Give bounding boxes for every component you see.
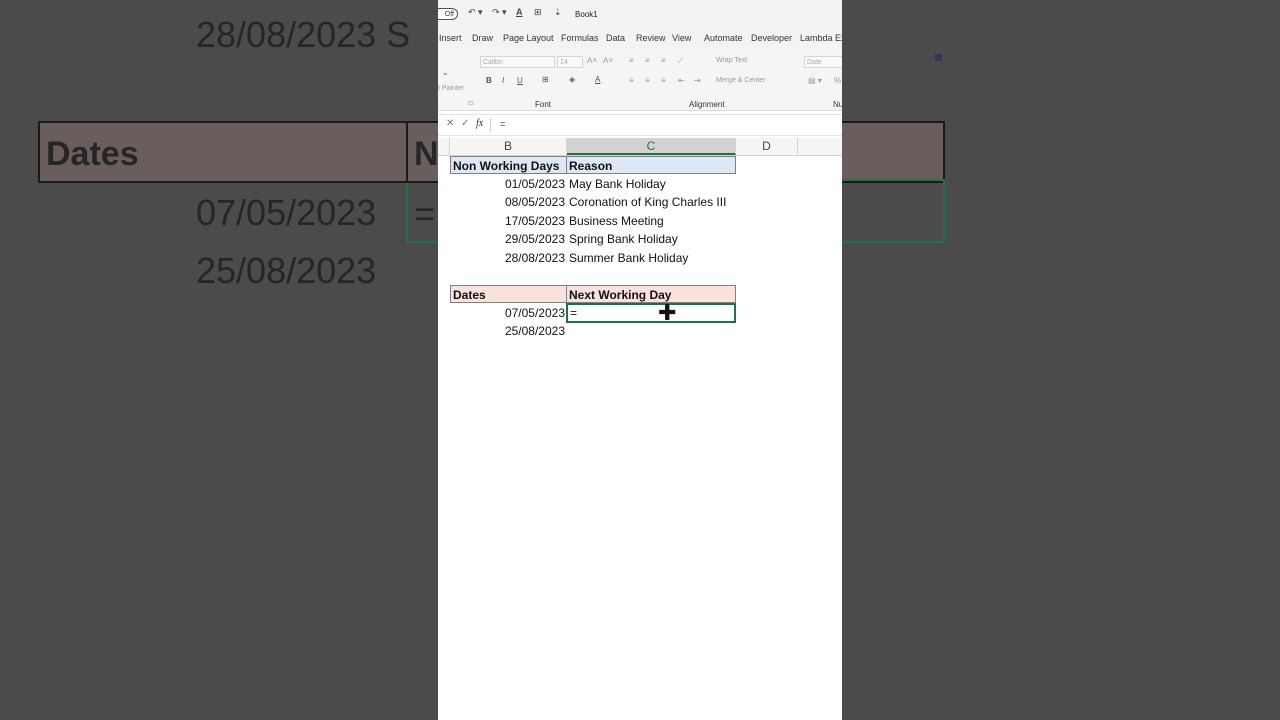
- group-font-label: Font: [535, 100, 552, 109]
- zoom-background-right: [842, 0, 1280, 720]
- formula-input[interactable]: =: [500, 119, 505, 129]
- orientation-icon[interactable]: ⟋: [678, 56, 684, 66]
- number-format-box[interactable]: Date: [804, 56, 842, 68]
- accounting-format-icon[interactable]: ▤ ▾: [808, 76, 822, 85]
- increase-indent-icon[interactable]: ⇥: [694, 76, 701, 85]
- worksheet-grid: Non Working Days Reason 01/05/2023 May B…: [438, 156, 842, 720]
- underline-button[interactable]: U: [517, 76, 523, 85]
- zoom-active-cell: =: [406, 179, 438, 243]
- tab-automate[interactable]: Automate: [704, 33, 743, 43]
- tab-lambda[interactable]: Lambda Exp: [800, 33, 842, 43]
- align-top-icon[interactable]: ≡: [629, 56, 634, 65]
- customize-toolbar-icon[interactable]: ⇣: [554, 7, 562, 18]
- shrink-font-icon[interactable]: A˅: [603, 56, 613, 65]
- cell-select-cursor-icon: ✚: [658, 300, 677, 325]
- holiday-date-cell[interactable]: 17/05/2023: [450, 212, 567, 230]
- bold-button[interactable]: B: [486, 76, 492, 85]
- header-reason[interactable]: Reason: [566, 156, 736, 174]
- next-working-day-cell[interactable]: [567, 322, 737, 340]
- zoom-dates-header: Dates: [38, 121, 412, 183]
- formula-bar: ✕ ✓ fx =: [438, 114, 842, 136]
- zoom-right-active: [842, 179, 945, 243]
- tab-developer[interactable]: Developer: [751, 33, 792, 43]
- fill-color-icon[interactable]: ◈: [569, 75, 575, 84]
- wrap-text-button[interactable]: Wrap Text: [716, 57, 747, 64]
- formula-bar-divider: [490, 118, 491, 132]
- merge-center-button[interactable]: Merge & Center: [716, 77, 765, 84]
- italic-button[interactable]: I: [502, 76, 504, 85]
- holiday-reason-cell[interactable]: Summer Bank Holiday: [567, 249, 737, 267]
- decrease-indent-icon[interactable]: ⇤: [678, 76, 685, 85]
- holiday-date-cell[interactable]: 08/05/2023: [450, 193, 567, 211]
- holiday-reason-cell[interactable]: Business Meeting: [567, 212, 737, 230]
- enter-icon[interactable]: ✓: [461, 118, 469, 129]
- borders-dropdown-icon[interactable]: ⊞: [542, 75, 549, 84]
- title-bar: Off ↶ ▾ ↷ ▾ A ⊞ ⇣ Book1: [438, 0, 842, 30]
- holiday-date-cell[interactable]: 01/05/2023: [450, 175, 567, 193]
- tab-data[interactable]: Data: [606, 33, 625, 43]
- column-header-c[interactable]: C: [567, 138, 736, 155]
- holiday-reason-cell[interactable]: Coronation of King Charles III: [567, 193, 737, 211]
- font-size-box[interactable]: 14: [557, 56, 583, 68]
- cancel-icon[interactable]: ✕: [446, 118, 454, 129]
- column-header-b[interactable]: B: [450, 138, 567, 155]
- date-cell[interactable]: 25/08/2023: [450, 322, 567, 340]
- header-dates[interactable]: Dates: [450, 285, 567, 303]
- group-alignment-label: Alignment: [689, 100, 725, 109]
- font-color-button-icon[interactable]: A: [595, 75, 600, 84]
- tab-view[interactable]: View: [672, 33, 691, 43]
- format-painter-button[interactable]: t Painter: [438, 85, 464, 92]
- active-cell-next-working-day[interactable]: =: [566, 303, 736, 323]
- grow-font-icon[interactable]: A˄: [587, 56, 597, 65]
- autosave-toggle[interactable]: Off: [438, 8, 458, 20]
- align-center-icon[interactable]: ≡: [645, 76, 650, 85]
- tab-review[interactable]: Review: [636, 33, 666, 43]
- font-name-box[interactable]: Calibri: [480, 56, 555, 68]
- redo-icon[interactable]: ↷ ▾: [492, 7, 507, 18]
- zoom-top-text: 28/08/2023 S: [196, 14, 411, 55]
- column-header-a[interactable]: [438, 138, 450, 155]
- tab-draw[interactable]: Draw: [472, 33, 493, 43]
- zoom-row2-date: 25/08/2023: [196, 250, 377, 291]
- undo-icon[interactable]: ↶ ▾: [468, 7, 483, 18]
- ribbon-tabs: Insert Draw Page Layout Formulas Data Re…: [438, 30, 842, 48]
- ribbon-home: ⌄ t Painter ⊡ Calibri 14 A˄ A˅ B I U ⊞ ◈…: [438, 48, 842, 111]
- holiday-reason-cell[interactable]: Spring Bank Holiday: [567, 230, 737, 248]
- holiday-date-cell[interactable]: 29/05/2023: [450, 230, 567, 248]
- tab-insert[interactable]: Insert: [439, 33, 462, 43]
- book-name: Book1: [575, 10, 598, 19]
- percent-icon[interactable]: %: [834, 76, 841, 85]
- borders-icon[interactable]: ⊞: [534, 7, 542, 18]
- excel-window: Off ↶ ▾ ↷ ▾ A ⊞ ⇣ Book1 Insert Draw Page…: [438, 0, 842, 720]
- align-right-icon[interactable]: ≡: [661, 76, 666, 85]
- holiday-reason-cell[interactable]: May Bank Holiday: [567, 175, 737, 193]
- chevron-down-icon[interactable]: ⌄: [442, 68, 449, 77]
- tab-page-layout[interactable]: Page Layout: [503, 33, 554, 43]
- align-left-icon[interactable]: ≡: [629, 76, 634, 85]
- holiday-date-cell[interactable]: 28/08/2023: [450, 249, 567, 267]
- tab-formulas[interactable]: Formulas: [561, 33, 599, 43]
- zoom-row1-date: 07/05/2023: [196, 192, 377, 233]
- column-header-d[interactable]: D: [736, 138, 798, 155]
- zoom-handle: [935, 54, 942, 61]
- column-headers: B C D: [438, 138, 842, 156]
- align-bottom-icon[interactable]: ≡: [661, 56, 666, 65]
- zoom-right-header: [842, 121, 945, 183]
- zoom-background-left: 28/08/2023 S Dates 07/05/2023 = N 25/08/…: [0, 0, 438, 720]
- zoom-next-header: N: [406, 121, 438, 183]
- font-color-icon[interactable]: A: [516, 7, 523, 17]
- date-cell[interactable]: 07/05/2023: [450, 304, 567, 322]
- align-middle-icon[interactable]: ≡: [645, 56, 650, 65]
- clipboard-launcher-icon[interactable]: ⊡: [468, 100, 473, 107]
- group-number-label: Nu: [833, 100, 842, 109]
- header-next-working-day[interactable]: Next Working Day: [566, 285, 736, 303]
- header-non-working-days[interactable]: Non Working Days: [450, 156, 567, 174]
- fx-icon[interactable]: fx: [476, 118, 483, 129]
